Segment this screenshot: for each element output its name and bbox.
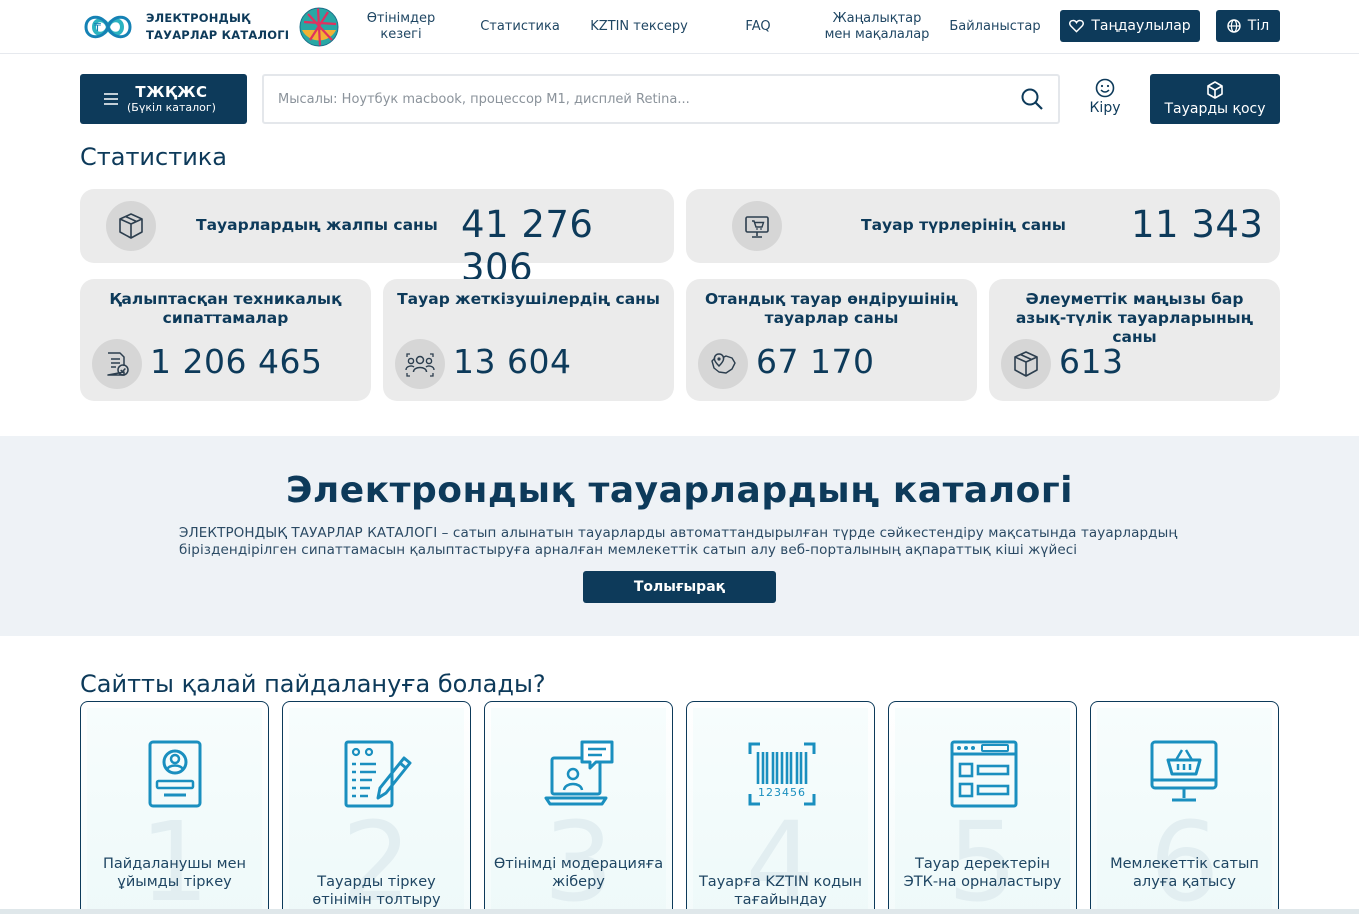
browser-window-icon [950, 740, 1018, 808]
add-product-label: Тауарды қосу [1164, 101, 1266, 117]
stat-value: 11 343 [1131, 203, 1264, 246]
nav-item-requests-queue[interactable]: Өтінімдер кезегі [360, 0, 442, 54]
stat-value: 1 206 465 [150, 342, 323, 381]
users-group-icon [395, 339, 445, 389]
login-label: Кіру [1089, 100, 1121, 116]
top-navigation-bar: ₸ ЭЛЕКТРОНДЫҚ ТАУАРЛАР КАТАЛОГІ Өтінімде… [0, 0, 1359, 54]
stat-card-suppliers: Тауар жеткізушілердің саны 13 604 [383, 279, 674, 401]
step-card-kztin-code[interactable]: 4 123456 Тауарға KZTIN кодын тағайындау [686, 701, 875, 914]
site-logo[interactable]: ₸ ЭЛЕКТРОНДЫҚ ТАУАРЛАР КАТАЛОГІ [80, 8, 291, 46]
step-card-register[interactable]: 1 Пайдаланушы мен ұйымды тіркеу [80, 701, 269, 914]
stat-label: Әлеуметтік маңызы бар азық-түлік тауарла… [1015, 290, 1254, 346]
menu-icon [104, 93, 118, 105]
cube-icon [1207, 81, 1223, 99]
laptop-chat-icon [544, 740, 614, 806]
stat-value: 41 276 306 [461, 203, 594, 289]
nav-item-statistics[interactable]: Статистика [476, 0, 564, 54]
search-icon[interactable] [1020, 87, 1044, 111]
banner-title: Электрондық тауарлардың каталогі [286, 470, 1073, 511]
step-label: Тауар деректерін ЭТК-на орналастыру [903, 856, 1062, 890]
logo-text: ЭЛЕКТРОНДЫҚ ТАУАРЛАР КАТАЛОГІ [146, 11, 290, 42]
favorites-label: Таңдаулылар [1091, 18, 1191, 34]
catalog-button-subtitle: (Бүкіл каталог) [127, 100, 216, 114]
nav-item-kztin-check[interactable]: KZTIN тексеру [586, 0, 692, 54]
about-banner: Электрондық тауарлардың каталогі ЭЛЕКТРО… [0, 436, 1359, 636]
step-label: Мемлекеттік сатып алуға қатысу [1110, 856, 1259, 890]
nav-item-contacts[interactable]: Байланыстар [945, 0, 1045, 54]
how-to-title: Сайтты қалай пайдалануға болады? [80, 670, 546, 698]
banner-description: ЭЛЕКТРОНДЫҚ ТАУАРЛАР КАТАЛОГІ – сатып ал… [179, 525, 1178, 558]
language-button[interactable]: Тіл [1216, 10, 1280, 42]
barcode-icon: 123456 [748, 742, 816, 806]
stat-value: 13 604 [453, 342, 572, 381]
stat-label: Отандық тауар өндірушінің тауарлар саны [705, 290, 958, 327]
stat-label: Қалыптасқан техникалық сипаттамалар [109, 290, 342, 327]
globe-icon [1227, 19, 1241, 33]
stat-card-social-food-products: Әлеуметтік маңызы бар азық-түлік тауарла… [989, 279, 1280, 401]
search-input[interactable] [278, 76, 1008, 122]
step-card-public-procurement[interactable]: 6 Мемлекеттік сатып алуға қатысу [1090, 701, 1279, 914]
nav-item-faq[interactable]: FAQ [734, 0, 782, 54]
stat-card-domestic-products: Отандық тауар өндірушінің тауарлар саны … [686, 279, 977, 401]
form-pencil-icon [344, 740, 412, 808]
box-icon [106, 201, 156, 251]
svg-text:₸: ₸ [94, 21, 101, 34]
catalog-button[interactable]: ТЖҚЖС (Бүкіл каталог) [80, 74, 247, 124]
monitor-basket-icon [1150, 740, 1218, 802]
stat-value: 67 170 [756, 342, 875, 381]
step-card-place-data[interactable]: 5 Тауар деректерін ЭТК-на орналастыру [888, 701, 1077, 914]
step-label: Тауарға KZTIN кодын тағайындау [698, 874, 863, 908]
catalog-button-title: ТЖҚЖС [135, 82, 208, 101]
user-card-icon [148, 740, 202, 808]
more-button[interactable]: Толығырақ [583, 571, 776, 603]
add-product-button[interactable]: Тауарды қосу [1150, 74, 1280, 124]
heart-icon [1069, 19, 1085, 33]
gov-globe-logo-icon [299, 7, 339, 47]
nav-item-news[interactable]: Жаңалықтар мен мақалалар [820, 0, 934, 54]
svg-text:123456: 123456 [758, 786, 806, 799]
stat-value: 613 [1059, 342, 1124, 381]
step-label: Тауарды тіркеу өтінімін толтыру [312, 874, 441, 908]
search-box [262, 74, 1060, 124]
login-button[interactable]: Кіру [1078, 78, 1132, 122]
document-check-icon [92, 339, 142, 389]
box-icon [1001, 339, 1051, 389]
smiley-user-icon [1095, 78, 1115, 98]
step-label: Өтінімді модерацияға жіберу [493, 856, 664, 890]
statistics-title: Статистика [80, 143, 227, 171]
map-pin-icon [698, 339, 748, 389]
logo-infinity-icon: ₸ [84, 15, 132, 39]
monitor-cart-icon [732, 201, 782, 251]
language-label: Тіл [1247, 18, 1270, 34]
stat-card-technical-specs: Қалыптасқан техникалық сипаттамалар 1 20… [80, 279, 371, 401]
bottom-divider [0, 909, 1359, 914]
stat-card-product-types: Тауар түрлерінің саны 11 343 [686, 189, 1280, 263]
step-card-fill-request[interactable]: 2 Тауарды тіркеу өтінімін толтыру [282, 701, 471, 914]
step-label: Пайдаланушы мен ұйымды тіркеу [102, 856, 246, 890]
stat-label: Тауар жеткізушілердің саны [397, 290, 660, 308]
stat-card-total-products: Тауарлардың жалпы саны 41 276 306 [80, 189, 674, 289]
stat-label: Тауар түрлерінің саны [861, 216, 1066, 234]
favorites-button[interactable]: Таңдаулылар [1060, 10, 1200, 42]
stat-label: Тауарлардың жалпы саны [196, 216, 438, 234]
step-card-moderation[interactable]: 3 Өтінімді модерацияға жіберу [484, 701, 673, 914]
